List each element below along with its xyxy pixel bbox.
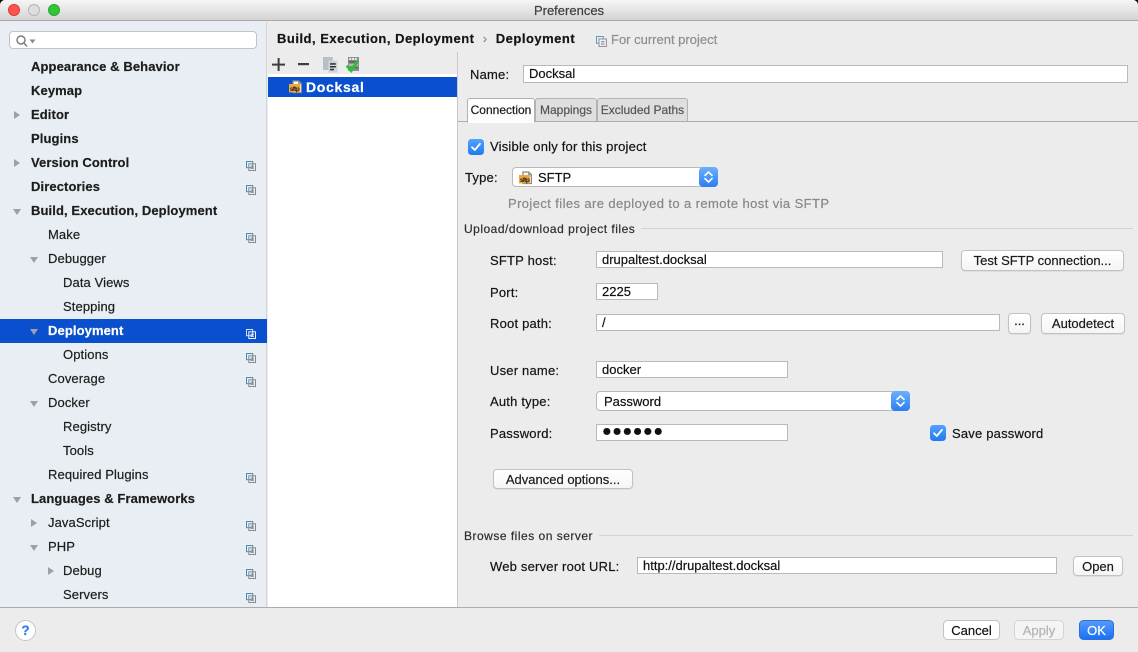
svg-text:sftp: sftp bbox=[290, 86, 300, 93]
svg-text:sftp: sftp bbox=[520, 176, 530, 183]
